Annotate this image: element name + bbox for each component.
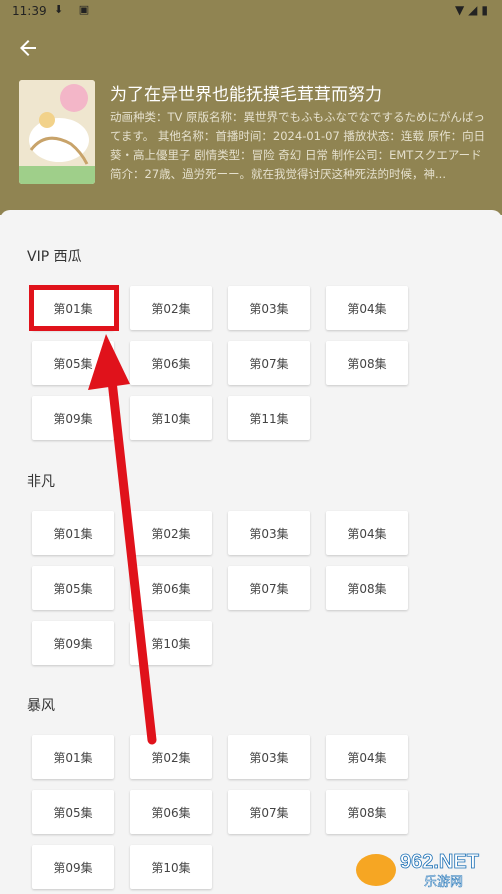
highlight-box: [29, 285, 119, 331]
episode-button[interactable]: 第06集: [130, 566, 212, 610]
episode-button[interactable]: 第05集: [32, 790, 114, 834]
show-title: 为了在异世界也能抚摸毛茸茸而努力: [110, 85, 382, 105]
watermark-logo: 962.NET 乐游网: [356, 851, 479, 890]
episode-button[interactable]: 第04集: [326, 735, 408, 779]
episode-button[interactable]: 第07集: [228, 790, 310, 834]
episode-button[interactable]: 第09集: [32, 396, 114, 440]
svg-text:962.NET: 962.NET: [400, 851, 479, 873]
episode-button[interactable]: 第10集: [130, 845, 212, 889]
episode-button[interactable]: 第02集: [130, 511, 212, 555]
notification-icons: ⬇ ▣: [54, 3, 96, 16]
episode-button[interactable]: 第05集: [32, 341, 114, 385]
episode-button[interactable]: 第07集: [228, 341, 310, 385]
show-description: 动画种类：TV 原版名称：異世界でもふもふなでなでするためにがんばってます。 其…: [110, 110, 486, 181]
svg-text:乐游网: 乐游网: [424, 875, 463, 890]
episode-button[interactable]: 第02集: [130, 286, 212, 330]
episode-button[interactable]: 第09集: [32, 621, 114, 665]
system-icons: ▼◢▮: [454, 3, 492, 17]
episode-button[interactable]: 第05集: [32, 566, 114, 610]
episode-button[interactable]: 第10集: [130, 396, 212, 440]
episode-button[interactable]: 第02集: [130, 735, 212, 779]
episode-button[interactable]: 第06集: [130, 341, 212, 385]
section-title: VIP 西瓜: [27, 249, 82, 265]
episode-button[interactable]: 第04集: [326, 511, 408, 555]
episode-button[interactable]: 第03集: [228, 286, 310, 330]
episode-button[interactable]: 第08集: [326, 341, 408, 385]
status-time: 11:39: [12, 4, 47, 18]
section-title: 非凡: [27, 474, 55, 490]
back-arrow-icon[interactable]: [16, 36, 40, 60]
cover-image[interactable]: [19, 80, 95, 184]
episode-button[interactable]: 第07集: [228, 566, 310, 610]
status-bar: 11:39 ⬇ ▣ ▼◢▮: [0, 0, 502, 22]
section-title: 暴风: [27, 698, 55, 714]
episode-button[interactable]: 第11集: [228, 396, 310, 440]
episode-button[interactable]: 第04集: [326, 286, 408, 330]
episode-button[interactable]: 第09集: [32, 845, 114, 889]
episode-button[interactable]: 第03集: [228, 511, 310, 555]
episode-button[interactable]: 第06集: [130, 790, 212, 834]
episode-button[interactable]: 第08集: [326, 790, 408, 834]
episode-button[interactable]: 第08集: [326, 566, 408, 610]
header: 11:39 ⬇ ▣ ▼◢▮ 为了在异世界也能抚摸毛茸茸而努力 动画种类：TV 原…: [0, 0, 502, 215]
episode-button[interactable]: 第01集: [32, 511, 114, 555]
episode-button[interactable]: 第10集: [130, 621, 212, 665]
episode-button[interactable]: 第01集: [32, 735, 114, 779]
episode-button[interactable]: 第03集: [228, 735, 310, 779]
